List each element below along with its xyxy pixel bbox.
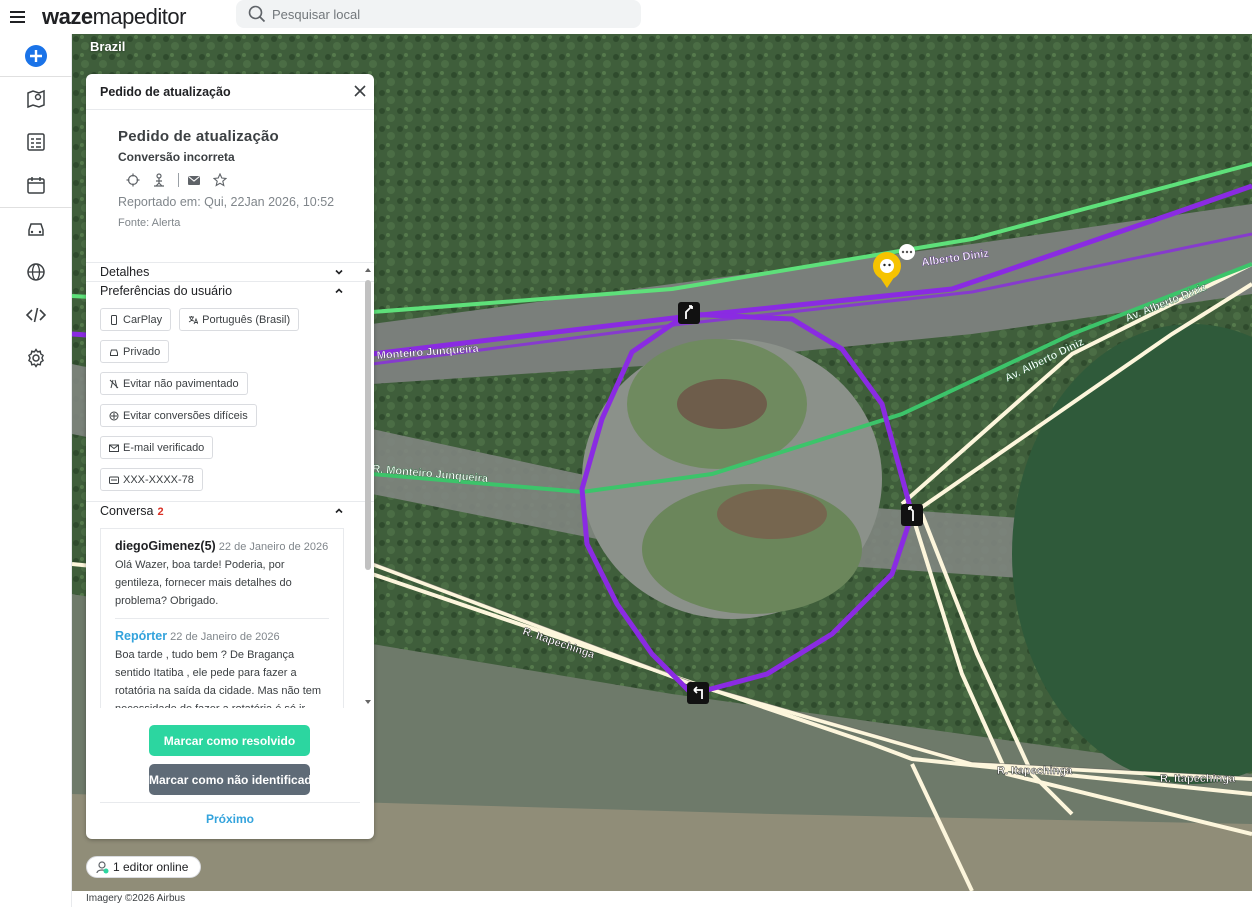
street-label: R. Itapechinga: [1160, 773, 1236, 785]
request-summary: Pedido de atualização Conversão incorret…: [86, 110, 374, 262]
turn-marker-east[interactable]: [901, 504, 923, 526]
message-text: Boa tarde , tudo bem ? De Bragança senti…: [115, 649, 322, 708]
issues-list-icon: [27, 133, 45, 151]
code-icon: [25, 307, 47, 323]
online-editors-text: 1 editor online: [113, 860, 189, 874]
search-icon: [248, 5, 266, 23]
pref-chip-label: Evitar conversões difíceis: [123, 409, 248, 422]
drive-button[interactable]: [22, 215, 50, 243]
panel-header-title: Pedido de atualização: [100, 84, 231, 99]
reported-date: Reportado em: Qui, 22Jan 2026, 10:52: [118, 195, 335, 209]
conversation-message: diegoGimenez(5) 22 de Janeiro de 2026 Ol…: [115, 537, 329, 610]
pref-chip-language: Português (Brasil): [179, 308, 300, 331]
settings-button[interactable]: [22, 344, 50, 372]
update-request-panel: Pedido de atualização Pedido de atualiza…: [86, 74, 374, 839]
mark-not-identified-button[interactable]: Marcar como não identificado: [149, 764, 310, 795]
card-icon: [109, 475, 119, 485]
crosshair-icon[interactable]: [126, 173, 140, 187]
events-calendar-icon: [27, 177, 45, 194]
top-bar: wazemapeditor: [0, 0, 1252, 34]
pref-chip-label: CarPlay: [123, 313, 163, 326]
mark-resolved-button[interactable]: Marcar como resolvido: [149, 725, 310, 756]
pref-chip-label: Privado: [123, 345, 161, 358]
conversation-count-badge: 2: [157, 506, 164, 518]
request-title: Pedido de atualização: [118, 128, 279, 145]
car-small-icon: [109, 347, 119, 357]
panel-scroll-area[interactable]: Detalhes Preferências do usuário CarPlay…: [86, 262, 374, 708]
chevron-down-icon: [335, 269, 343, 275]
logo-rest-text: mapeditor: [92, 4, 187, 29]
message-author: Repórter: [115, 629, 168, 643]
online-editor-icon: [96, 861, 109, 874]
user-preferences: CarPlay Português (Brasil) Privado Evita…: [86, 300, 336, 501]
map-layers-button[interactable]: [22, 85, 50, 113]
conversation-thread[interactable]: diegoGimenez(5) 22 de Janeiro de 2026 Ol…: [100, 528, 344, 708]
pref-chip-label: E-mail verificado: [123, 441, 205, 454]
issues-list-button[interactable]: [22, 128, 50, 156]
request-type: Conversão incorreta: [118, 150, 235, 164]
message-text: Olá Wazer, boa tarde! Poderia, por genti…: [115, 559, 292, 607]
pref-chip-unpaved: Evitar não pavimentado: [100, 372, 248, 395]
difficult-turn-icon: [109, 411, 119, 421]
turn-marker-north[interactable]: [678, 302, 700, 324]
scripts-button[interactable]: [22, 301, 50, 329]
search-bar[interactable]: [236, 0, 641, 28]
pref-chip-difficult-turns: Evitar conversões difíceis: [100, 404, 257, 427]
panel-header: Pedido de atualização: [86, 74, 374, 110]
language-button[interactable]: [22, 258, 50, 286]
star-icon[interactable]: [213, 173, 227, 187]
next-request-link[interactable]: Próximo: [86, 812, 374, 826]
menu-icon[interactable]: [2, 0, 32, 34]
globe-icon: [27, 263, 45, 281]
section-preferences-label: Preferências do usuário: [100, 284, 233, 298]
report-source: Fonte: Alerta: [118, 217, 181, 229]
plus-circle-icon: [25, 45, 47, 67]
pref-chip-label: Evitar não pavimentado: [123, 377, 239, 390]
online-editors-button[interactable]: 1 editor online: [86, 856, 202, 878]
imagery-attribution: Imagery ©2026 Airbus: [72, 891, 1252, 907]
conversation-message: Repórter 22 de Janeiro de 2026 Boa tarde…: [115, 627, 329, 708]
close-icon[interactable]: [352, 83, 368, 99]
country-label: Brazil: [90, 39, 126, 54]
search-input[interactable]: [272, 6, 632, 22]
street-label: R. Itapechinga: [997, 765, 1073, 777]
section-conversation-header[interactable]: Conversa 2: [86, 501, 374, 520]
request-icon-row: [126, 172, 342, 188]
pref-chip-label: XXX-XXXX-78: [123, 473, 194, 486]
phone-icon: [109, 314, 119, 325]
add-feature-button[interactable]: [22, 42, 50, 70]
logo-bold-text: waze: [42, 4, 93, 29]
section-preferences-header[interactable]: Preferências do usuário: [86, 281, 374, 300]
chevron-up-icon: [335, 508, 343, 514]
section-details-label: Detalhes: [100, 265, 150, 279]
panel-scrollbar[interactable]: [364, 266, 372, 706]
unpaved-icon: [109, 379, 119, 389]
pref-chip-label: Português (Brasil): [202, 313, 291, 326]
message-date: 22 de Janeiro de 2026: [170, 631, 280, 643]
left-sidebar: [0, 34, 72, 907]
turn-marker-south[interactable]: [687, 682, 709, 704]
section-conversation-label: Conversa: [100, 504, 154, 518]
translate-icon: [188, 315, 199, 325]
message-date: 22 de Janeiro de 2026: [218, 541, 329, 553]
pref-chip-private: Privado: [100, 340, 170, 363]
pref-chip-carplay: CarPlay: [100, 308, 172, 331]
pref-chip-phone: XXX-XXXX-78: [100, 468, 203, 491]
message-author[interactable]: diegoGimenez(5): [115, 539, 216, 553]
email-icon[interactable]: [187, 173, 201, 187]
chevron-up-icon: [335, 288, 343, 294]
map-layers-icon: [27, 89, 45, 109]
events-button[interactable]: [22, 171, 50, 199]
logo[interactable]: wazemapeditor: [42, 4, 186, 30]
reporter-location-icon[interactable]: [152, 173, 166, 187]
section-details-header[interactable]: Detalhes: [86, 262, 374, 281]
email-outline-icon: [109, 443, 119, 453]
car-icon: [28, 223, 44, 236]
settings-gear-icon: [28, 348, 44, 368]
pref-chip-email-verified: E-mail verificado: [100, 436, 214, 459]
